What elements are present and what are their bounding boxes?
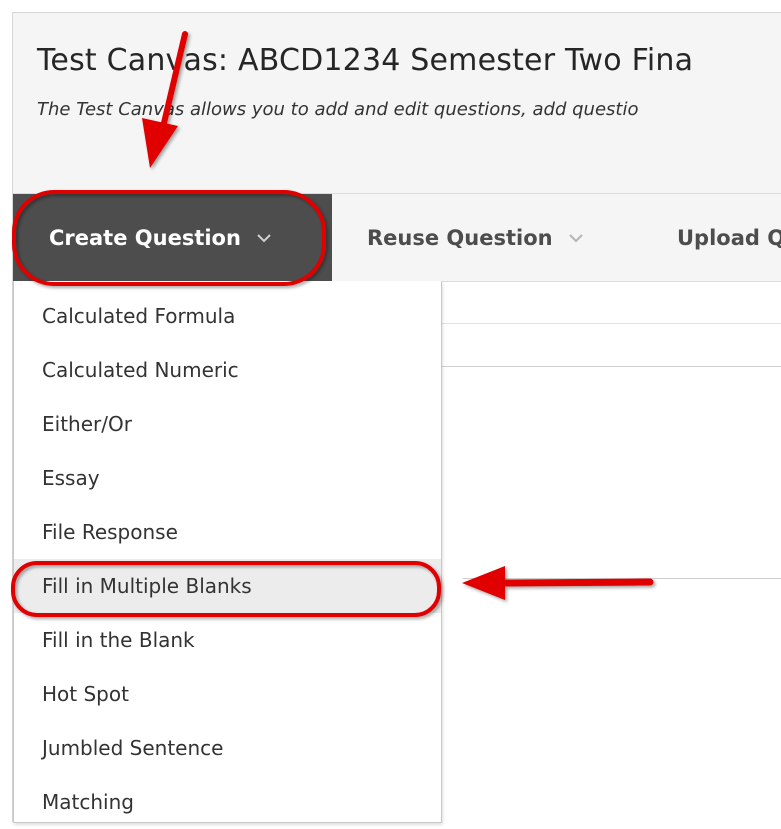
menu-item-calculated-numeric[interactable]: Calculated Numeric [14,343,441,397]
menu-item-fill-in-the-blank[interactable]: Fill in the Blank [14,613,441,667]
divider [428,323,781,324]
create-question-button[interactable]: Create Question [13,194,332,281]
page-header: Test Canvas: ABCD1234 Semester Two Fina … [13,13,781,194]
create-question-label: Create Question [49,225,241,250]
menu-item-either-or[interactable]: Either/Or [14,397,441,451]
menu-item-hot-spot[interactable]: Hot Spot [14,667,441,721]
content-panel [428,366,781,823]
menu-item-fill-in-multiple-blanks[interactable]: Fill in Multiple Blanks [14,559,441,613]
reuse-question-button[interactable]: Reuse Question [367,194,585,281]
question-type-list: Calculated Formula Calculated Numeric Ei… [14,281,441,829]
menu-item-calculated-formula[interactable]: Calculated Formula [14,289,441,343]
chevron-down-icon [568,233,583,242]
menu-item-jumbled-sentence[interactable]: Jumbled Sentence [14,721,441,775]
divider [463,578,781,579]
action-toolbar: Create Question Reuse Question Upload Q [13,194,781,282]
menu-item-matching[interactable]: Matching [14,775,441,829]
menu-item-essay[interactable]: Essay [14,451,441,505]
upload-questions-label: Upload Q [677,225,781,250]
menu-item-file-response[interactable]: File Response [14,505,441,559]
page-subtitle: The Test Canvas allows you to add and ed… [37,99,639,120]
chevron-down-icon [257,233,271,242]
upload-questions-button[interactable]: Upload Q [677,194,781,281]
reuse-question-label: Reuse Question [367,225,553,250]
page-title: Test Canvas: ABCD1234 Semester Two Fina [37,43,694,78]
test-canvas-window: Test Canvas: ABCD1234 Semester Two Fina … [12,12,781,823]
create-question-dropdown: Calculated Formula Calculated Numeric Ei… [13,281,442,823]
